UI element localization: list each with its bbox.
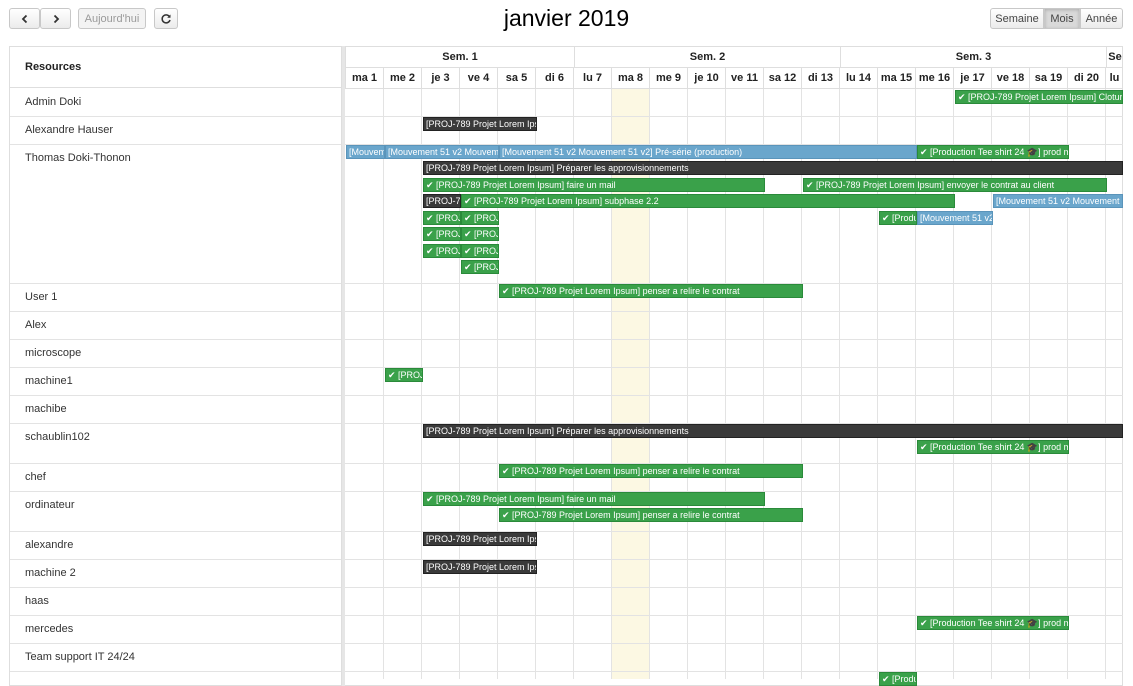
- event-bar[interactable]: [PROJ-789 Projet Lorem Ipsum] Préparer l…: [423, 161, 1123, 175]
- event-bar[interactable]: [PROJ-789 Projet Lorem Ipsum] Analyse: [423, 560, 537, 574]
- day-header: ve 11: [725, 67, 763, 88]
- refresh-icon: [161, 13, 171, 24]
- next-button[interactable]: [40, 8, 71, 29]
- event-bar[interactable]: ✔ [PROJ-789 Projet Lorem Ipsum] penser a…: [499, 508, 803, 522]
- event-bar[interactable]: [Mouvement 51 v2 Mouvement 51 v2] Pré-sé…: [499, 145, 917, 159]
- resource-name: mercedes: [25, 623, 74, 635]
- event-bar[interactable]: ✔ [Production Tee shirt 24 🎓] prod m: [917, 440, 1069, 454]
- resource-name: haas: [25, 595, 49, 607]
- event-bar[interactable]: ✔ [PROJ-789 Projet Lorem Ipsum]: [423, 211, 461, 225]
- day-header: ve 18: [991, 67, 1029, 88]
- resource-name: machine1: [25, 375, 73, 387]
- day-header: di 13: [801, 67, 839, 88]
- event-bar[interactable]: [PROJ-789 Projet Lorem Ipsum] Analyse: [423, 532, 537, 546]
- chevron-left-icon: [21, 14, 27, 23]
- event-bar[interactable]: ✔ [PROJ-789 Projet Lorem Ipsum]: [385, 368, 423, 382]
- resource-name: User 1: [25, 291, 58, 303]
- event-bar[interactable]: ✔ [PROJ-789 Projet Lorem Ipsum] subphase…: [461, 194, 955, 208]
- resource-name: machine 2: [25, 567, 76, 579]
- event-bar[interactable]: ✔ [PROJ-789 Projet Lorem Ipsum] Cloture: [955, 90, 1123, 104]
- event-bar[interactable]: [PROJ-789 Projet Lorem Ipsum]: [423, 194, 461, 208]
- view-week-button[interactable]: Semaine: [990, 8, 1044, 29]
- event-bar[interactable]: [PROJ-789 Projet Lorem Ipsum] Analyse: [423, 117, 537, 131]
- week-header: Sem. 1: [345, 47, 574, 67]
- resource-name: Team support IT 24/24: [25, 651, 135, 663]
- day-header: lu 7: [573, 67, 611, 88]
- chevron-right-icon: [53, 14, 59, 23]
- refresh-button[interactable]: [154, 8, 178, 29]
- day-header: je 3: [421, 67, 459, 88]
- day-header: di 6: [535, 67, 573, 88]
- day-header: lu 14: [839, 67, 877, 88]
- day-header: ma 1: [345, 67, 383, 88]
- day-header: sa 12: [763, 67, 801, 88]
- resource-name: ordinateur: [25, 499, 75, 511]
- event-bar[interactable]: [Mouvement 51 v2 Mouvement 51 v2]: [385, 145, 499, 159]
- event-bar[interactable]: [Mouvement 51 v2 Mouvement: [346, 145, 385, 159]
- view-month-button[interactable]: Mois: [1044, 8, 1080, 29]
- today-button[interactable]: Aujourd'hui: [78, 8, 146, 29]
- event-bar[interactable]: ✔ [PROJ-789 Projet Lorem Ipsum]: [461, 211, 499, 225]
- prev-button[interactable]: [9, 8, 40, 29]
- resources-header: Resources: [10, 47, 341, 88]
- day-header: sa 19: [1029, 67, 1067, 88]
- day-header: ma 15: [877, 67, 915, 88]
- event-bar[interactable]: ✔ [PROJ-789 Projet Lorem Ipsum] envoyer …: [803, 178, 1107, 192]
- day-header: me 16: [915, 67, 953, 88]
- event-bar[interactable]: ✔ [PROJ-789 Projet Lorem Ipsum]: [461, 227, 499, 241]
- resource-divider[interactable]: [341, 46, 345, 686]
- day-header: di 20: [1067, 67, 1105, 88]
- event-bar[interactable]: [PROJ-789 Projet Lorem Ipsum] Préparer l…: [423, 424, 1123, 438]
- week-header: Sem. 3: [840, 47, 1106, 67]
- resource-name: Admin Doki: [25, 96, 82, 108]
- week-header: Se: [1106, 47, 1123, 67]
- event-bar[interactable]: ✔ [PROJ-789 Projet Lorem Ipsum] penser a…: [499, 284, 803, 298]
- event-bar[interactable]: [Mouvement 51 v2 Mouvement 51 v2]: [993, 194, 1123, 208]
- day-header: ma 8: [611, 67, 649, 88]
- event-bar[interactable]: ✔ [PROJ-789 Projet Lorem Ipsum] penser a…: [499, 464, 803, 478]
- resource-name: microscope: [25, 347, 82, 359]
- day-header: ve 4: [459, 67, 497, 88]
- event-bar[interactable]: ✔ [Production Tee shirt 24 🎓] prod m: [917, 616, 1069, 630]
- day-header: me 2: [383, 67, 421, 88]
- resource-name: alexandre: [25, 539, 74, 551]
- resource-name: machibe: [25, 403, 67, 415]
- timeline-frame: [9, 46, 1123, 686]
- week-header: Sem. 2: [574, 47, 840, 67]
- event-bar[interactable]: ✔ [PROJ-789 Projet Lorem Ipsum]: [461, 260, 499, 274]
- view-year-button[interactable]: Année: [1080, 8, 1123, 29]
- event-bar[interactable]: ✔ [PROJ-789 Projet Lorem Ipsum] faire un…: [423, 178, 765, 192]
- resource-name: Alex: [25, 319, 47, 331]
- day-header: je 10: [687, 67, 725, 88]
- resource-name: Thomas Doki-Thonon: [25, 152, 131, 164]
- resource-name: Alexandre Hauser: [25, 124, 114, 136]
- event-bar[interactable]: ✔ [PROJ-789 Projet Lorem Ipsum]: [423, 227, 461, 241]
- day-header: je 17: [953, 67, 991, 88]
- event-bar[interactable]: ✔ [Production Tee shirt 24]: [879, 211, 917, 225]
- event-bar[interactable]: ✔ [Production Tee shirt 24 🎓] prod m: [917, 145, 1069, 159]
- day-header: sa 5: [497, 67, 535, 88]
- event-bar[interactable]: ✔ [PROJ-789 Projet Lorem Ipsum]: [423, 244, 461, 258]
- resource-name: chef: [25, 471, 46, 483]
- day-header: lu: [1105, 67, 1123, 88]
- event-bar[interactable]: ✔ [Production Tee shirt 24]: [879, 672, 917, 686]
- day-header: me 9: [649, 67, 687, 88]
- event-bar[interactable]: ✔ [PROJ-789 Projet Lorem Ipsum]: [461, 244, 499, 258]
- event-bar[interactable]: [Mouvement 51 v2 Mouvement 51 v2]: [917, 211, 993, 225]
- resource-name: schaublin102: [25, 431, 90, 443]
- event-bar[interactable]: ✔ [PROJ-789 Projet Lorem Ipsum] faire un…: [423, 492, 765, 506]
